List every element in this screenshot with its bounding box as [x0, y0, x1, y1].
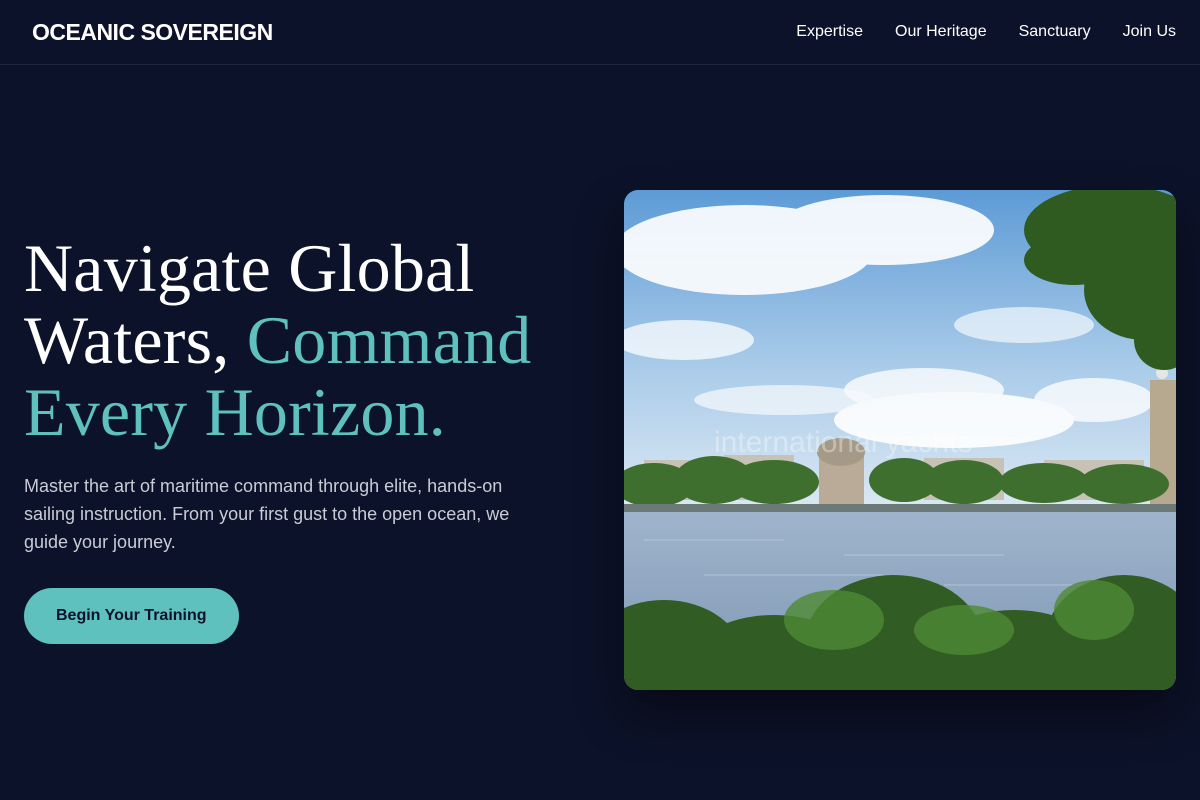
nav-link-sanctuary[interactable]: Sanctuary — [1019, 23, 1091, 41]
begin-training-button[interactable]: Begin Your Training — [24, 588, 239, 644]
hero-title-line1: Navigate Global — [24, 230, 475, 306]
hero-title: Navigate Global Waters, Command Every Ho… — [24, 232, 604, 448]
main-nav: Expertise Our Heritage Sanctuary Join Us — [796, 23, 1176, 41]
image-watermark-text: international yachts — [714, 426, 973, 459]
hero-image: international yachts — [624, 190, 1176, 690]
site-header: OCEANIC SOVEREIGN Expertise Our Heritage… — [0, 0, 1200, 65]
hero-title-line2: Waters, — [24, 302, 247, 378]
brand-logo[interactable]: OCEANIC SOVEREIGN — [32, 19, 273, 46]
hero-lead: Master the art of maritime command throu… — [24, 476, 510, 552]
hero-section: Navigate Global Waters, Command Every Ho… — [24, 232, 604, 644]
hero-title-accent-1: Command — [246, 302, 532, 378]
nav-link-our-heritage[interactable]: Our Heritage — [895, 23, 987, 41]
nav-link-join-us[interactable]: Join Us — [1123, 23, 1176, 41]
nav-link-expertise[interactable]: Expertise — [796, 23, 863, 41]
river-landscape-photo: international yachts — [624, 190, 1176, 690]
hero-title-accent-2: Every Horizon. — [24, 374, 446, 450]
